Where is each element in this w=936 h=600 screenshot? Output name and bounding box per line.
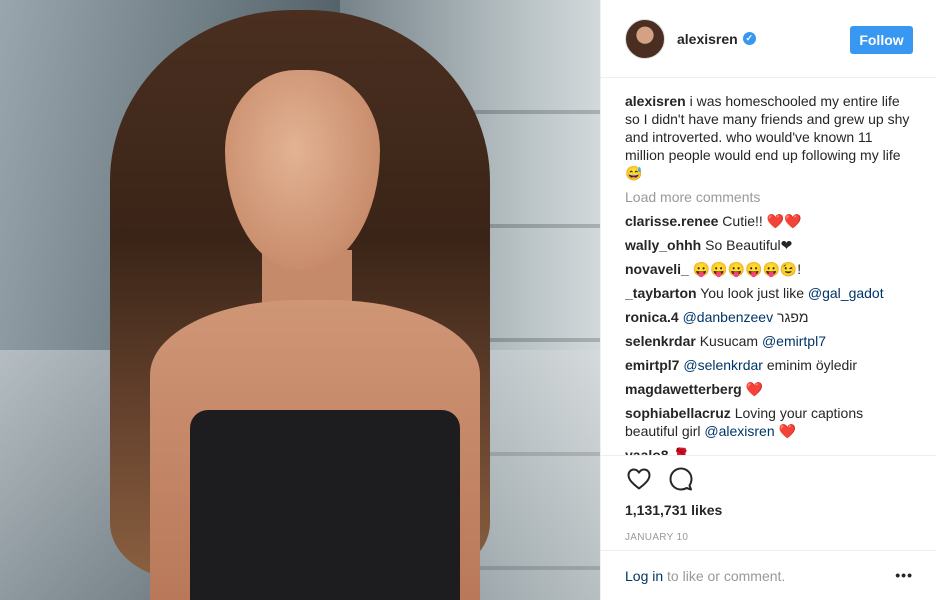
comment-username[interactable]: yaalo8 bbox=[625, 447, 669, 455]
comment-text: מפגר bbox=[777, 309, 809, 325]
comment-username[interactable]: _taybarton bbox=[625, 285, 697, 301]
login-link[interactable]: Log in bbox=[625, 568, 663, 584]
comment-item: ronica.4 @danbenzeev מפגר bbox=[625, 308, 915, 326]
header-username[interactable]: alexisren bbox=[677, 31, 738, 47]
comment-emoji: 🌹 bbox=[672, 447, 690, 455]
avatar[interactable] bbox=[625, 18, 665, 59]
comment-item: yaalo8 🌹 bbox=[625, 446, 915, 455]
comment-text: Cutie!! bbox=[722, 213, 763, 229]
comments-list[interactable]: alexisren i was homeschooled my entire l… bbox=[625, 92, 915, 455]
comment-item: selenkrdar Kusucam @emirtpl7 bbox=[625, 332, 915, 350]
comment-item: magdawetterberg ❤️ bbox=[625, 380, 915, 398]
comment-text: Kusucam bbox=[699, 333, 759, 349]
comment-emoji: ❤️ bbox=[778, 423, 796, 439]
post-caption: alexisren i was homeschooled my entire l… bbox=[625, 92, 915, 182]
comment-mention-link[interactable]: @emirtpl7 bbox=[762, 333, 826, 349]
comment-item: clarisse.renee Cutie!! ❤️❤️ bbox=[625, 212, 915, 230]
likes-count[interactable]: 1,131,731 likes bbox=[625, 502, 913, 518]
comment-bubble-icon[interactable] bbox=[667, 465, 695, 493]
verified-badge-icon: ✓ bbox=[742, 32, 756, 45]
post-actions: 1,131,731 likes JANUARY 10 bbox=[601, 455, 936, 550]
follow-button[interactable]: Follow bbox=[850, 26, 913, 54]
comment-text: So Beautiful bbox=[705, 237, 781, 253]
post-header: alexisren ✓ Follow bbox=[601, 0, 936, 78]
comment-username[interactable]: magdawetterberg bbox=[625, 381, 742, 397]
comment-username[interactable]: novaveli_ bbox=[625, 261, 689, 277]
caption-username[interactable]: alexisren bbox=[625, 93, 686, 109]
post-date[interactable]: JANUARY 10 bbox=[625, 532, 913, 543]
comment-mention-link[interactable]: @alexisren bbox=[704, 423, 774, 439]
load-more-comments-link[interactable]: Load more comments bbox=[625, 188, 915, 206]
comment-mention-link[interactable]: @danbenzeev bbox=[683, 309, 774, 325]
post-photo[interactable] bbox=[0, 0, 600, 600]
action-icons bbox=[625, 456, 913, 502]
comment-item: novaveli_ 😛😛😛😛😛😉! bbox=[625, 260, 915, 278]
photo-subject-top bbox=[190, 410, 460, 600]
comment-username[interactable]: selenkrdar bbox=[625, 333, 696, 349]
comment-item: sophiabellacruz Loving your captions bea… bbox=[625, 404, 915, 440]
instagram-post: alexisren ✓ Follow alexisren i was homes… bbox=[0, 0, 936, 600]
post-side-panel: alexisren ✓ Follow alexisren i was homes… bbox=[600, 0, 936, 600]
more-options-icon[interactable]: ••• bbox=[895, 567, 913, 583]
comment-item: wally_ohhh So Beautiful❤ bbox=[625, 236, 915, 254]
login-prompt-text: to like or comment. bbox=[663, 567, 786, 584]
comment-username[interactable]: wally_ohhh bbox=[625, 237, 701, 253]
caption-emoji: 😅 bbox=[625, 165, 643, 181]
comment-emoji: ❤️❤️ bbox=[766, 213, 802, 229]
comment-username[interactable]: ronica.4 bbox=[625, 309, 679, 325]
comment-mention-link[interactable]: @selenkrdar bbox=[683, 357, 763, 373]
comment-text: eminim öyledir bbox=[766, 357, 858, 373]
comment-emoji: ❤️ bbox=[745, 381, 764, 397]
comment-username[interactable]: clarisse.renee bbox=[625, 213, 718, 229]
comment-mention-link[interactable]: @gal_gadot bbox=[808, 285, 884, 301]
comment-item: _taybarton You look just like @gal_gadot bbox=[625, 284, 915, 302]
comment-text: You look just like bbox=[700, 285, 804, 301]
comment-emoji: ❤ bbox=[780, 237, 793, 253]
comment-username[interactable]: emirtpl7 bbox=[625, 357, 679, 373]
comment-item: emirtpl7 @selenkrdar eminim öyledir bbox=[625, 356, 915, 374]
comment-username[interactable]: sophiabellacruz bbox=[625, 405, 731, 421]
comment-emoji: 😛😛😛😛😛😉! bbox=[692, 261, 802, 277]
like-heart-icon[interactable] bbox=[625, 465, 653, 493]
post-footer: Log in to like or comment. ••• bbox=[601, 550, 936, 600]
